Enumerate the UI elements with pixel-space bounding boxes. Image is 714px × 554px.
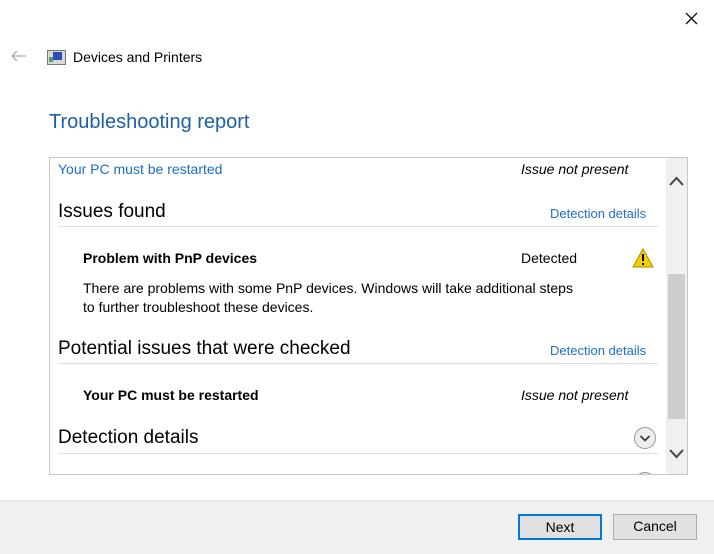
divider <box>58 363 658 364</box>
divider <box>58 453 658 454</box>
vertical-scrollbar[interactable] <box>666 158 687 474</box>
scroll-down-icon[interactable] <box>669 448 684 460</box>
scroll-up-icon[interactable] <box>669 175 684 187</box>
window-title: Devices and Printers <box>73 49 203 65</box>
potential-issue-status: Issue not present <box>521 387 629 403</box>
issue-description-1: There are problems with some PnP devices… <box>83 280 573 296</box>
issue-status: Detected <box>521 250 578 266</box>
next-button[interactable]: Next <box>518 514 602 540</box>
footer-bar: Next Cancel <box>0 500 714 554</box>
close-icon <box>685 12 698 25</box>
divider <box>58 226 658 227</box>
expand-chevron-icon[interactable] <box>633 426 657 455</box>
detection-details-heading: Detection details <box>58 427 199 448</box>
issues-found-details-link[interactable]: Detection details <box>550 206 646 221</box>
warning-icon <box>632 247 654 273</box>
page-title: Troubleshooting report <box>49 111 250 133</box>
cancel-button[interactable]: Cancel <box>613 514 697 540</box>
back-arrow-icon <box>11 50 26 62</box>
issues-found-heading: Issues found <box>58 201 166 222</box>
devices-printers-icon <box>47 49 66 65</box>
top-row-status: Issue not present <box>521 161 629 177</box>
potential-issue-title: Your PC must be restarted <box>83 387 259 403</box>
scrollbar-thumb[interactable] <box>668 274 685 419</box>
close-button[interactable] <box>680 8 702 30</box>
potential-issues-heading: Potential issues that were checked <box>58 338 351 359</box>
report-panel: Your PC must be restarted Issue not pres… <box>49 157 688 475</box>
expand-chevron-icon[interactable] <box>633 471 657 474</box>
issue-title: Problem with PnP devices <box>83 250 258 266</box>
back-button[interactable] <box>10 48 28 64</box>
top-row-link[interactable]: Your PC must be restarted <box>58 161 222 177</box>
potential-issues-details-link[interactable]: Detection details <box>550 343 646 358</box>
issue-description-2: to further troubleshoot these devices. <box>83 299 314 315</box>
